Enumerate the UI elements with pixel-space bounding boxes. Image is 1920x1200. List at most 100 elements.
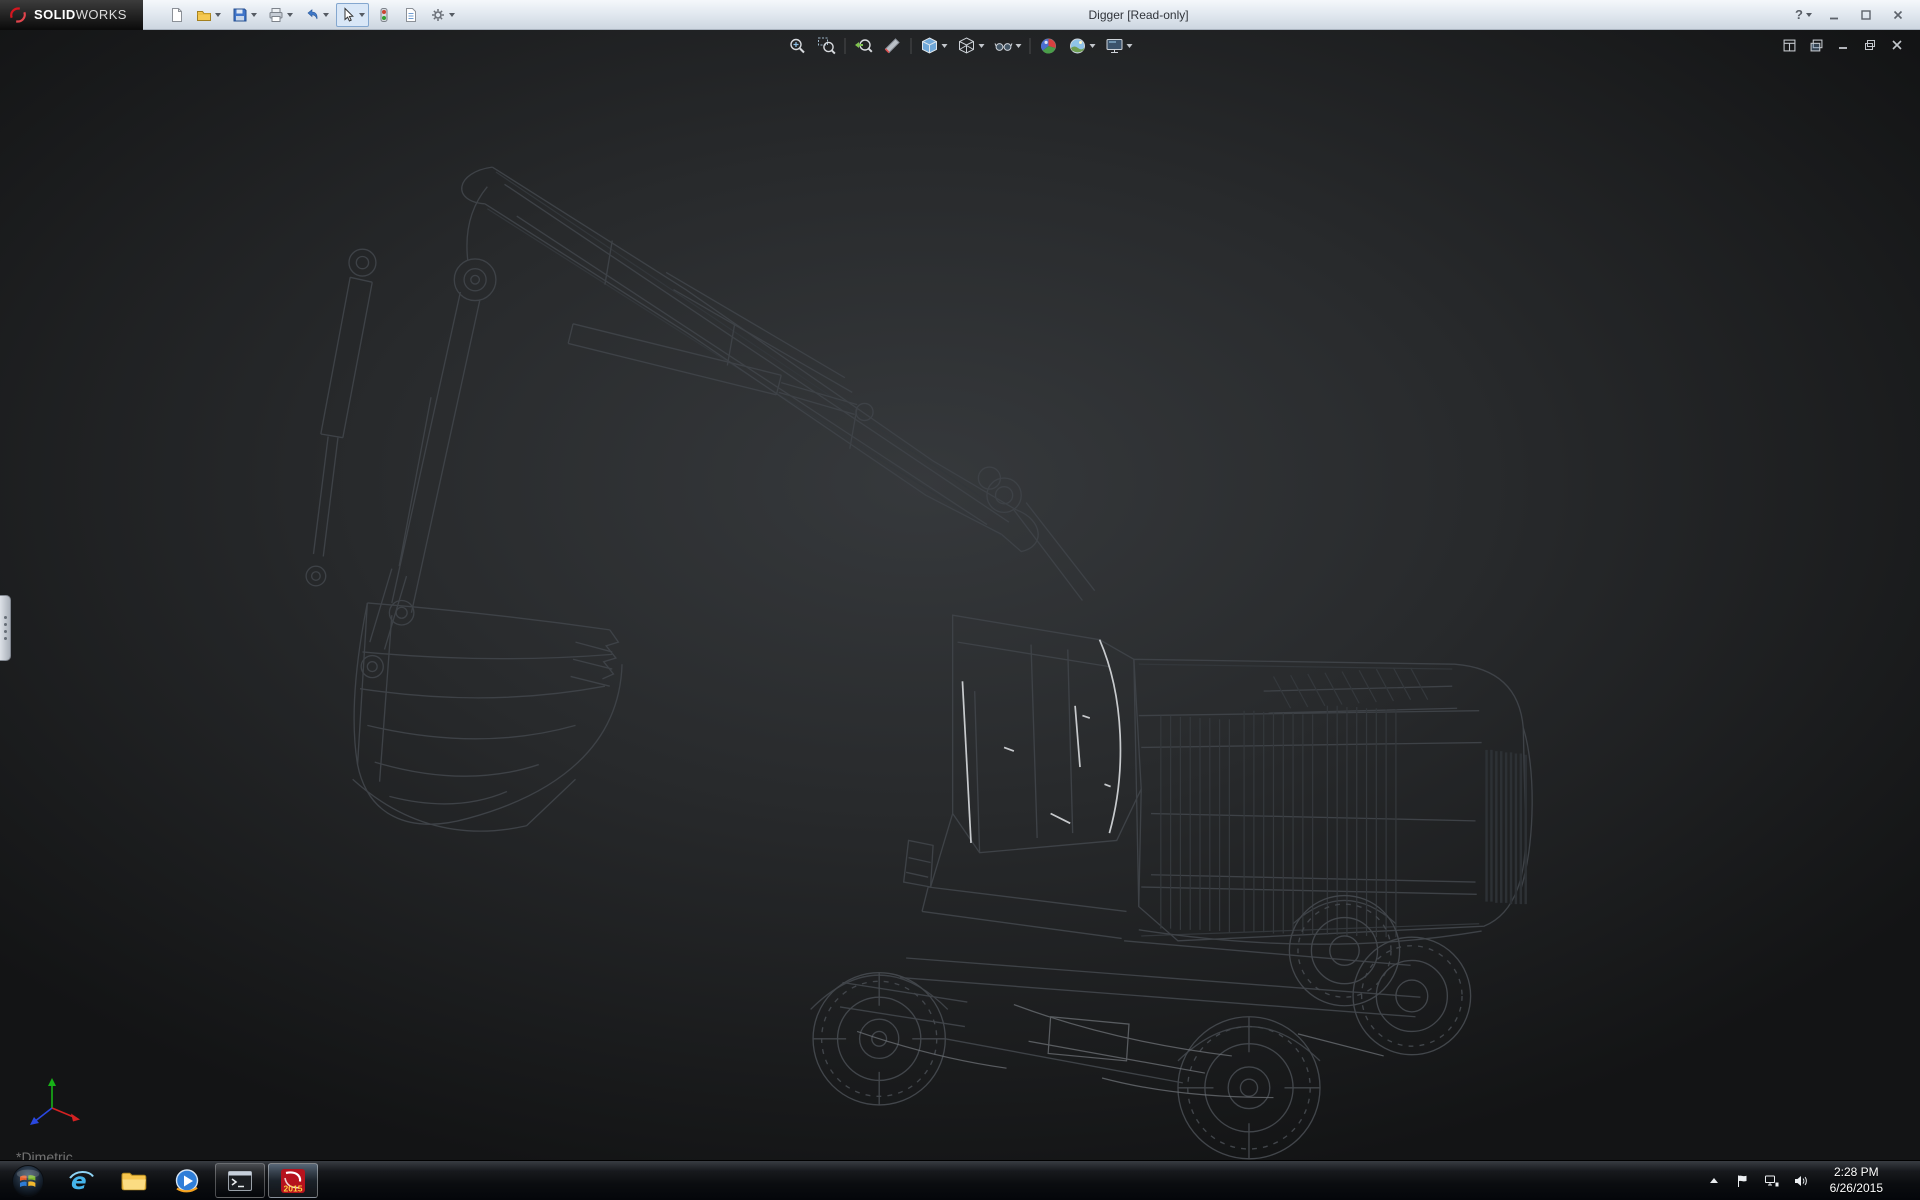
hidden-icons-button[interactable] <box>1705 1172 1723 1190</box>
document-close-button[interactable] <box>1888 37 1906 53</box>
edit-appearance-button[interactable] <box>1038 35 1060 57</box>
feature-panel-handle[interactable] <box>0 595 11 661</box>
media-player-icon <box>173 1167 201 1195</box>
maximize-icon <box>1860 9 1872 21</box>
command-prompt-icon <box>226 1167 254 1195</box>
solidworks-logo-icon <box>8 5 28 25</box>
open-dropdown-caret <box>215 13 221 17</box>
hide-show-items-glasses-icon <box>994 36 1014 56</box>
close-button[interactable] <box>1888 6 1908 24</box>
view-settings-button[interactable] <box>1104 35 1134 57</box>
network-button[interactable] <box>1763 1172 1781 1190</box>
graphics-area-wireframe-digger[interactable] <box>0 30 1920 1160</box>
save-icon <box>232 7 248 23</box>
document-restore-icon <box>1864 39 1876 51</box>
select-cursor-icon <box>340 7 356 23</box>
close-icon <box>1892 9 1904 21</box>
cascade-windows-icon <box>1810 39 1823 52</box>
heads-up-view-toolbar <box>787 35 1134 57</box>
section-view-button[interactable] <box>882 35 904 57</box>
rebuild-button[interactable] <box>372 3 396 27</box>
document-close-icon <box>1891 39 1903 51</box>
taskbar-item-internet-explorer[interactable]: e <box>56 1163 106 1198</box>
open-icon <box>196 7 212 23</box>
main-toolbar <box>165 3 459 27</box>
print-dropdown-caret <box>287 13 293 17</box>
document-minimize-icon <box>1837 39 1849 51</box>
taskbar-item-command-prompt[interactable] <box>215 1163 265 1198</box>
options-dropdown-caret <box>449 13 455 17</box>
save-dropdown-caret <box>251 13 257 17</box>
taskbar-clock[interactable]: 2:28 PM 6/26/2015 <box>1821 1165 1892 1196</box>
windows-taskbar: e <box>0 1160 1920 1200</box>
volume-speaker-icon <box>1793 1173 1809 1189</box>
taskbar-item-media-player[interactable] <box>162 1163 212 1198</box>
options-button[interactable] <box>426 3 459 27</box>
zoom-to-fit-button[interactable] <box>787 35 809 57</box>
hud-separator <box>1030 38 1031 54</box>
document-restore-button[interactable] <box>1861 37 1879 53</box>
internet-explorer-icon: e <box>67 1167 95 1195</box>
print-button[interactable] <box>264 3 297 27</box>
solidworks-app-icon: 2015 <box>279 1167 307 1195</box>
action-center-button[interactable] <box>1734 1172 1752 1190</box>
start-button[interactable] <box>0 1161 56 1200</box>
hide-show-items-button[interactable] <box>993 35 1023 57</box>
action-center-flag-icon <box>1735 1173 1751 1189</box>
window-controls: ? <box>1795 6 1920 24</box>
hud-separator <box>845 38 846 54</box>
document-minimize-button[interactable] <box>1834 37 1852 53</box>
select-tool-button[interactable] <box>336 3 369 27</box>
save-button[interactable] <box>228 3 261 27</box>
zoom-to-area-button[interactable] <box>816 35 838 57</box>
help-button[interactable]: ? <box>1795 7 1812 22</box>
view-orientation-label: *Dimetric <box>16 1149 73 1160</box>
volume-button[interactable] <box>1792 1172 1810 1190</box>
taskbar-items: e <box>56 1161 318 1200</box>
cascade-windows-button[interactable] <box>1807 37 1825 53</box>
new-document-icon <box>169 7 185 23</box>
display-style-caret <box>979 44 985 48</box>
file-properties-icon <box>403 7 419 23</box>
apply-scene-icon <box>1068 36 1088 56</box>
clock-time: 2:28 PM <box>1830 1165 1883 1181</box>
maximize-button[interactable] <box>1856 6 1876 24</box>
clock-date: 6/26/2015 <box>1830 1181 1883 1197</box>
tile-windows-button[interactable] <box>1780 37 1798 53</box>
view-settings-icon <box>1105 36 1125 56</box>
view-orientation-button[interactable] <box>919 35 949 57</box>
windows-start-orb-icon <box>11 1164 45 1198</box>
previous-view-icon <box>854 36 874 56</box>
document-title: Digger [Read-only] <box>1089 8 1189 22</box>
hud-separator <box>911 38 912 54</box>
apply-scene-caret <box>1090 44 1096 48</box>
display-style-icon <box>957 36 977 56</box>
undo-icon <box>304 7 320 23</box>
solidworks-badge-text: 2015 <box>284 1183 303 1193</box>
folder-explorer-icon <box>120 1167 148 1195</box>
rebuild-icon <box>376 7 392 23</box>
network-icon <box>1764 1173 1780 1189</box>
undo-button[interactable] <box>300 3 333 27</box>
zoom-to-fit-icon <box>788 36 808 56</box>
apply-scene-button[interactable] <box>1067 35 1097 57</box>
view-orientation-cube-icon <box>920 36 940 56</box>
previous-view-button[interactable] <box>853 35 875 57</box>
taskbar-item-solidworks[interactable]: 2015 <box>268 1163 318 1198</box>
file-properties-button[interactable] <box>399 3 423 27</box>
undo-dropdown-caret <box>323 13 329 17</box>
open-button[interactable] <box>192 3 225 27</box>
view-orientation-caret <box>942 44 948 48</box>
options-gear-icon <box>430 7 446 23</box>
chevron-up-icon <box>1710 1178 1718 1183</box>
display-style-button[interactable] <box>956 35 986 57</box>
minimize-button[interactable] <box>1824 6 1844 24</box>
graphics-viewport: *Dimetric <box>0 30 1920 1160</box>
zoom-to-area-icon <box>817 36 837 56</box>
orientation-triad <box>28 1070 86 1128</box>
hide-show-items-caret <box>1016 44 1022 48</box>
document-window-controls <box>1780 37 1906 53</box>
title-bar: SOLIDWORKS <box>0 0 1920 30</box>
new-document-button[interactable] <box>165 3 189 27</box>
taskbar-item-windows-explorer[interactable] <box>109 1163 159 1198</box>
